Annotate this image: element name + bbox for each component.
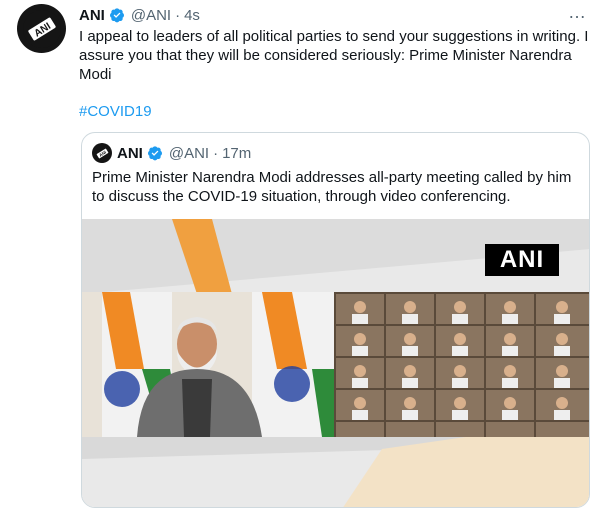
verified-badge-icon — [109, 7, 125, 23]
tweet-timestamp[interactable]: 4s — [184, 7, 200, 24]
separator-dot: · — [175, 6, 181, 24]
quoted-timestamp: 17m — [222, 144, 252, 162]
hashtag-link[interactable]: #COVID19 — [79, 103, 152, 120]
quoted-author-name: ANI — [117, 144, 143, 162]
tweet-header: ANI @ANI · 4s — [79, 5, 200, 25]
video-conference-image[interactable]: ANI — [82, 219, 589, 507]
tweet-text: I appeal to leaders of all political par… — [79, 28, 589, 83]
quoted-tweet-header: ANI ANI @ANI · 17m — [92, 142, 251, 164]
tweet-card[interactable]: ANI ANI @ANI · 4s … I appeal to leaders … — [0, 0, 600, 518]
quoted-author-avatar: ANI — [92, 143, 112, 163]
author-name[interactable]: ANI — [79, 7, 105, 24]
separator-dot: · — [213, 144, 219, 162]
ani-logo-icon: ANI — [22, 9, 61, 48]
ani-logo-icon: ANI — [93, 144, 111, 162]
more-options-icon[interactable]: … — [566, 3, 588, 23]
quoted-author-handle: @ANI — [168, 144, 210, 162]
ani-watermark: ANI — [485, 244, 559, 276]
verified-badge-icon — [147, 145, 163, 161]
quoted-tweet[interactable]: ANI ANI @ANI · 17m Prime Minister Narend… — [81, 132, 590, 508]
author-avatar[interactable]: ANI — [17, 4, 66, 53]
author-handle[interactable]: @ANI — [131, 7, 171, 24]
quoted-tweet-text: Prime Minister Narendra Modi addresses a… — [92, 169, 572, 205]
